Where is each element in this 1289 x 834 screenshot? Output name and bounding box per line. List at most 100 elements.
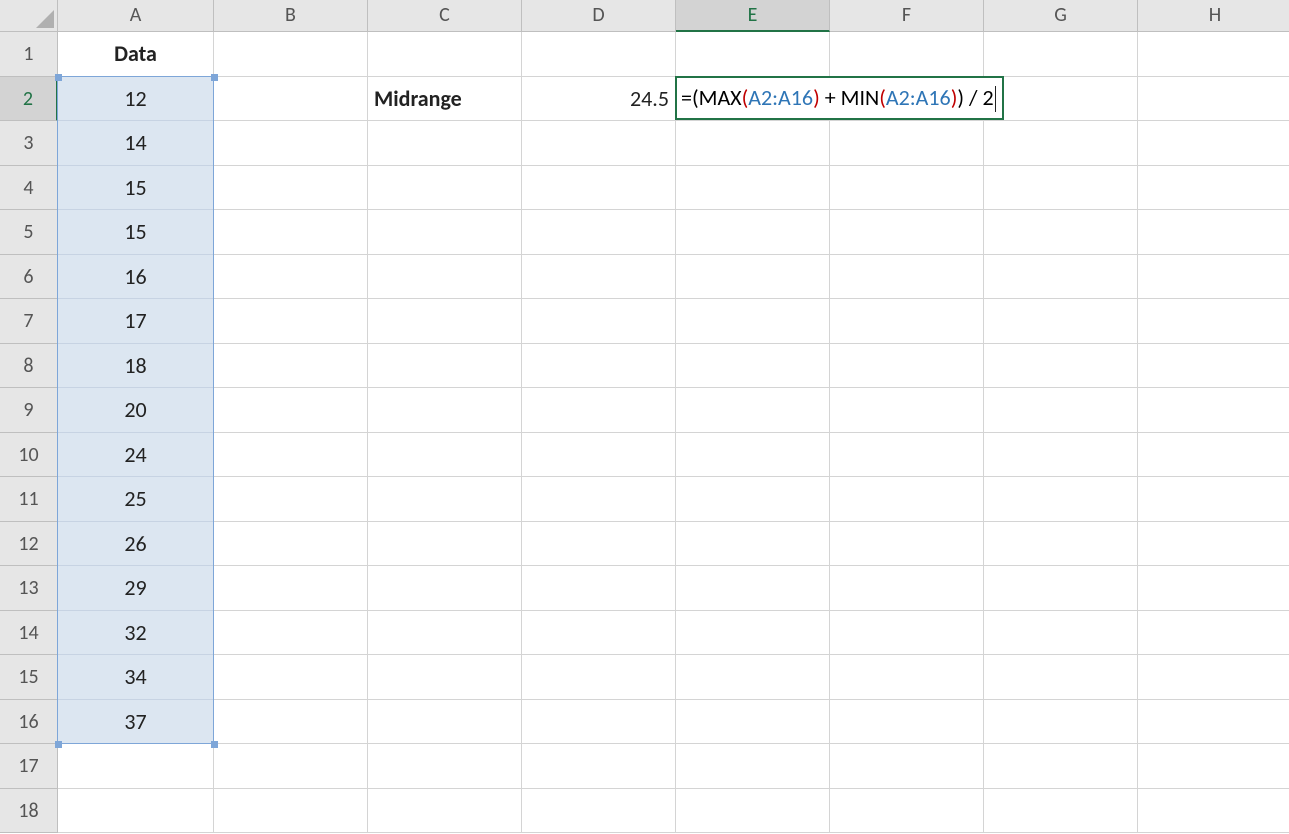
- cell-E7[interactable]: [676, 299, 830, 344]
- cell-A5[interactable]: 15: [58, 210, 214, 255]
- cell-G5[interactable]: [984, 210, 1138, 255]
- cell-A12[interactable]: 26: [58, 522, 214, 567]
- cell-A4[interactable]: 15: [58, 166, 214, 211]
- row-header-16[interactable]: 16: [0, 700, 58, 745]
- cell-H5[interactable]: [1138, 210, 1289, 255]
- cell-H6[interactable]: [1138, 255, 1289, 300]
- cell-C13[interactable]: [368, 566, 522, 611]
- cell-E15[interactable]: [676, 655, 830, 700]
- cell-F12[interactable]: [830, 522, 984, 567]
- cell-F8[interactable]: [830, 344, 984, 389]
- cell-G8[interactable]: [984, 344, 1138, 389]
- cell-D16[interactable]: [522, 700, 676, 745]
- cell-H3[interactable]: [1138, 121, 1289, 166]
- cell-B2[interactable]: [214, 77, 368, 122]
- cell-B10[interactable]: [214, 433, 368, 478]
- row-header-5[interactable]: 5: [0, 210, 58, 255]
- cell-H15[interactable]: [1138, 655, 1289, 700]
- row-header-14[interactable]: 14: [0, 611, 58, 656]
- column-header-C[interactable]: C: [368, 0, 522, 32]
- cell-E4[interactable]: [676, 166, 830, 211]
- cell-A8[interactable]: 18: [58, 344, 214, 389]
- cell-B12[interactable]: [214, 522, 368, 567]
- cell-A9[interactable]: 20: [58, 388, 214, 433]
- cell-C15[interactable]: [368, 655, 522, 700]
- cell-H7[interactable]: [1138, 299, 1289, 344]
- cell-C8[interactable]: [368, 344, 522, 389]
- cell-A10[interactable]: 24: [58, 433, 214, 478]
- cell-A1[interactable]: Data: [58, 32, 214, 77]
- cell-G12[interactable]: [984, 522, 1138, 567]
- cell-D1[interactable]: [522, 32, 676, 77]
- row-header-18[interactable]: 18: [0, 789, 58, 834]
- column-header-B[interactable]: B: [214, 0, 368, 32]
- column-header-E[interactable]: E: [676, 0, 830, 32]
- cell-E5[interactable]: [676, 210, 830, 255]
- cell-B11[interactable]: [214, 477, 368, 522]
- cell-G17[interactable]: [984, 744, 1138, 789]
- cell-B9[interactable]: [214, 388, 368, 433]
- cell-E14[interactable]: [676, 611, 830, 656]
- cell-E6[interactable]: [676, 255, 830, 300]
- row-header-9[interactable]: 9: [0, 388, 58, 433]
- cell-B14[interactable]: [214, 611, 368, 656]
- cell-C12[interactable]: [368, 522, 522, 567]
- cell-A14[interactable]: 32: [58, 611, 214, 656]
- column-header-D[interactable]: D: [522, 0, 676, 32]
- cell-G3[interactable]: [984, 121, 1138, 166]
- cell-D11[interactable]: [522, 477, 676, 522]
- cell-H1[interactable]: [1138, 32, 1289, 77]
- cell-F4[interactable]: [830, 166, 984, 211]
- cell-E16[interactable]: [676, 700, 830, 745]
- cell-F10[interactable]: [830, 433, 984, 478]
- cell-C14[interactable]: [368, 611, 522, 656]
- cell-C6[interactable]: [368, 255, 522, 300]
- cell-C5[interactable]: [368, 210, 522, 255]
- cell-E9[interactable]: [676, 388, 830, 433]
- cell-F1[interactable]: [830, 32, 984, 77]
- cell-C17[interactable]: [368, 744, 522, 789]
- cell-A17[interactable]: [58, 744, 214, 789]
- cell-B17[interactable]: [214, 744, 368, 789]
- cell-H4[interactable]: [1138, 166, 1289, 211]
- cell-B4[interactable]: [214, 166, 368, 211]
- cell-F16[interactable]: [830, 700, 984, 745]
- cell-A18[interactable]: [58, 789, 214, 834]
- cell-G15[interactable]: [984, 655, 1138, 700]
- cell-E1[interactable]: [676, 32, 830, 77]
- cell-B13[interactable]: [214, 566, 368, 611]
- cell-A3[interactable]: 14: [58, 121, 214, 166]
- cell-G1[interactable]: [984, 32, 1138, 77]
- cell-H18[interactable]: [1138, 789, 1289, 834]
- cell-C1[interactable]: [368, 32, 522, 77]
- cell-E12[interactable]: [676, 522, 830, 567]
- select-all-corner[interactable]: [0, 0, 58, 32]
- cell-A6[interactable]: 16: [58, 255, 214, 300]
- cell-A11[interactable]: 25: [58, 477, 214, 522]
- cell-A2[interactable]: 12: [58, 77, 214, 122]
- cell-C4[interactable]: [368, 166, 522, 211]
- column-header-G[interactable]: G: [984, 0, 1138, 32]
- cell-H17[interactable]: [1138, 744, 1289, 789]
- cell-F17[interactable]: [830, 744, 984, 789]
- cell-E18[interactable]: [676, 789, 830, 834]
- row-header-11[interactable]: 11: [0, 477, 58, 522]
- cell-D2[interactable]: 24.5: [522, 77, 676, 122]
- cell-D3[interactable]: [522, 121, 676, 166]
- cell-D4[interactable]: [522, 166, 676, 211]
- cell-F18[interactable]: [830, 789, 984, 834]
- cell-E11[interactable]: [676, 477, 830, 522]
- row-header-8[interactable]: 8: [0, 344, 58, 389]
- cell-C11[interactable]: [368, 477, 522, 522]
- cell-D10[interactable]: [522, 433, 676, 478]
- cell-D12[interactable]: [522, 522, 676, 567]
- cell-B16[interactable]: [214, 700, 368, 745]
- cell-F5[interactable]: [830, 210, 984, 255]
- cell-D18[interactable]: [522, 789, 676, 834]
- row-header-12[interactable]: 12: [0, 522, 58, 567]
- cell-F13[interactable]: [830, 566, 984, 611]
- cell-F6[interactable]: [830, 255, 984, 300]
- cell-H10[interactable]: [1138, 433, 1289, 478]
- cell-E3[interactable]: [676, 121, 830, 166]
- cell-H9[interactable]: [1138, 388, 1289, 433]
